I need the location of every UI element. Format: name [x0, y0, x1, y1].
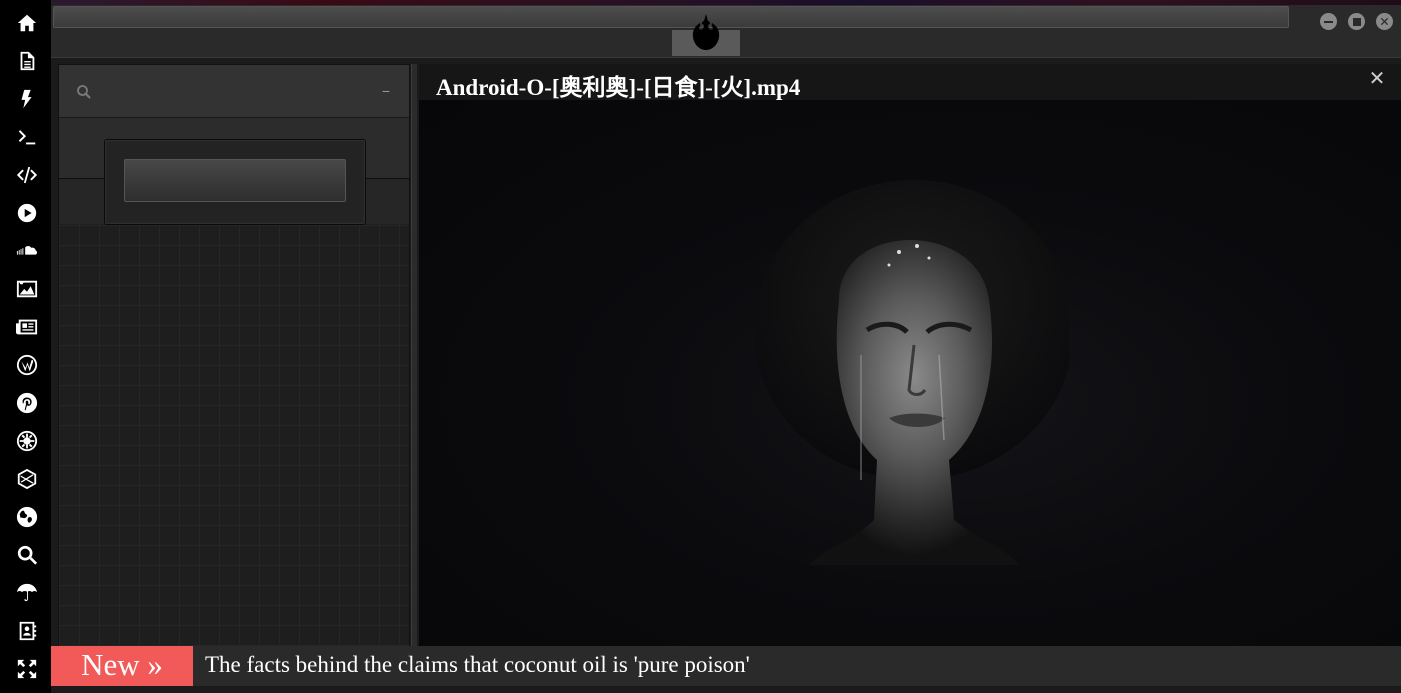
maximize-button[interactable] [1348, 13, 1365, 30]
search-icon[interactable] [8, 538, 46, 572]
home-icon[interactable] [8, 6, 46, 40]
terminal-icon[interactable] [8, 120, 46, 154]
video-title: Android-O-[奥利奥]-[日食]-[火].mp4 [436, 75, 801, 100]
maximize-icon [1352, 17, 1361, 26]
wordpress-icon[interactable] [8, 348, 46, 382]
close-icon [1380, 17, 1389, 26]
minimize-button[interactable] [1320, 13, 1337, 30]
left-panel: − [58, 64, 410, 648]
new-badge[interactable]: New » [51, 646, 193, 686]
minimize-icon [1324, 20, 1333, 23]
newspaper-icon[interactable] [8, 310, 46, 344]
video-player[interactable] [419, 100, 1401, 648]
document-icon[interactable] [8, 44, 46, 78]
rebel-alliance-icon [692, 14, 720, 50]
panel-divider[interactable] [411, 64, 417, 648]
image-icon[interactable] [8, 272, 46, 306]
video-close-button[interactable]: ✕ [1367, 67, 1387, 91]
bolt-icon[interactable] [8, 82, 46, 116]
logo-tab[interactable] [672, 8, 740, 56]
search-icon[interactable] [76, 84, 92, 100]
address-bar[interactable] [53, 6, 1289, 28]
close-window-button[interactable] [1376, 13, 1393, 30]
left-panel-header: − [59, 65, 409, 118]
action-button[interactable] [124, 159, 346, 202]
galactic-empire-icon[interactable] [8, 424, 46, 458]
news-ticker: New » The facts behind the claims that c… [51, 646, 1401, 686]
play-icon[interactable] [8, 196, 46, 230]
top-bar-glow [51, 0, 1401, 5]
globe-icon[interactable] [8, 500, 46, 534]
video-frame-portrait [754, 180, 1069, 565]
pinterest-icon[interactable] [8, 386, 46, 420]
icon-rail [0, 0, 51, 693]
code-icon[interactable] [8, 158, 46, 192]
video-window: Android-O-[奥利奥]-[日食]-[火].mp4 ✕ [419, 64, 1401, 648]
collapse-button[interactable]: − [377, 82, 395, 100]
ticker-headline[interactable]: The facts behind the claims that coconut… [205, 652, 750, 678]
action-box [104, 139, 366, 225]
video-title-bar: Android-O-[奥利奥]-[日食]-[火].mp4 ✕ [419, 64, 1401, 100]
soundcloud-icon[interactable] [8, 234, 46, 268]
umbrella-icon[interactable] [8, 576, 46, 610]
hexagon-icon[interactable] [8, 462, 46, 496]
contact-book-icon[interactable] [8, 614, 46, 648]
expand-icon[interactable] [8, 652, 46, 686]
bottom-edge [51, 686, 1401, 693]
